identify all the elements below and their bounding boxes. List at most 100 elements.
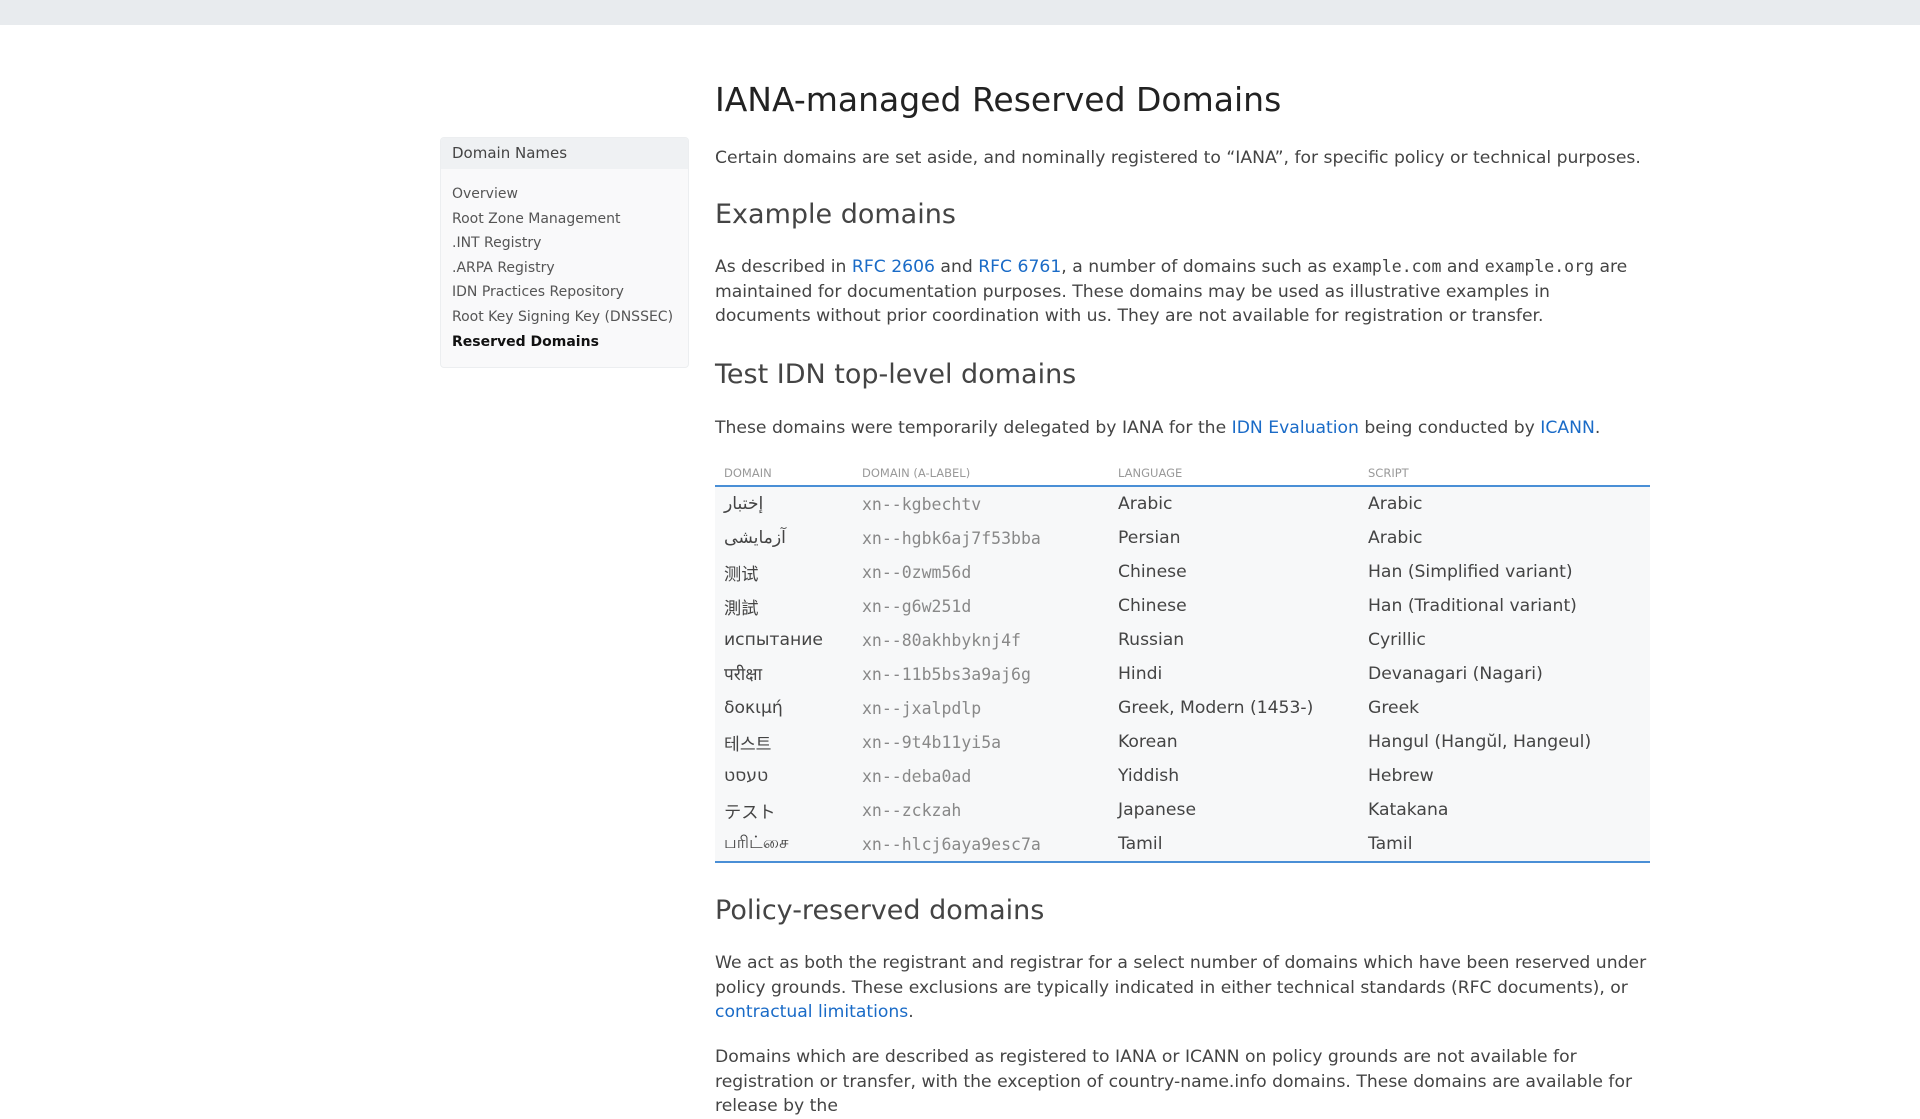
cell-language: Greek, Modern (1453-) xyxy=(1109,691,1359,725)
sidebar-link-root-ksk[interactable]: Root Key Signing Key (DNSSEC) xyxy=(452,309,673,325)
cell-alabel: xn--g6w251d xyxy=(853,589,1109,623)
text-segment: being conducted by xyxy=(1358,418,1541,438)
text-segment: We act as both the registrant and regist… xyxy=(715,953,1647,998)
cell-domain: آزمایشی xyxy=(715,521,853,555)
contractual-limitations-link[interactable]: contractual limitations xyxy=(715,1002,908,1022)
cell-language: Arabic xyxy=(1109,486,1359,521)
cell-domain: טעסט xyxy=(715,759,853,793)
sidebar-item-idn-practices[interactable]: IDN Practices Repository xyxy=(452,280,688,305)
sidebar-item-root-ksk[interactable]: Root Key Signing Key (DNSSEC) xyxy=(452,305,688,330)
sidebar-link-int-registry[interactable]: .INT Registry xyxy=(452,235,541,251)
cell-language: Hindi xyxy=(1109,657,1359,691)
policy-reserved-heading: Policy-reserved domains xyxy=(715,895,1045,926)
table-row: טעסט xn--deba0ad Yiddish Hebrew xyxy=(715,759,1650,793)
text-segment: As described in xyxy=(715,257,852,277)
rfc6761-link[interactable]: RFC 6761 xyxy=(978,257,1061,277)
cell-alabel: xn--hgbk6aj7f53bba xyxy=(853,521,1109,555)
text-segment: , a number of domains such as xyxy=(1061,257,1333,277)
example-domains-heading: Example domains xyxy=(715,199,956,230)
cell-script: Hebrew xyxy=(1359,759,1650,793)
table-row: испытание xn--80akhbyknj4f Russian Cyrillic xyxy=(715,623,1650,657)
policy-paragraph-1: We act as both the registrant and regist… xyxy=(715,951,1650,1025)
cell-language: Yiddish xyxy=(1109,759,1359,793)
sidebar-link-overview[interactable]: Overview xyxy=(452,186,518,202)
cell-domain: 测试 xyxy=(715,555,853,589)
sidebar-list: Overview Root Zone Management .INT Regis… xyxy=(441,169,688,354)
example-com-code: example.com xyxy=(1332,257,1442,276)
cell-script: Arabic xyxy=(1359,521,1650,555)
intro-paragraph: Certain domains are set aside, and nomin… xyxy=(715,148,1641,168)
cell-script: Devanagari (Nagari) xyxy=(1359,657,1650,691)
icann-link[interactable]: ICANN xyxy=(1540,418,1595,438)
cell-domain: परीक्षा xyxy=(715,657,853,691)
table-row: آزمایشی xn--hgbk6aj7f53bba Persian Arabic xyxy=(715,521,1650,555)
cell-language: Russian xyxy=(1109,623,1359,657)
table-row: テスト xn--zckzah Japanese Katakana xyxy=(715,793,1650,827)
sidebar-nav: Domain Names Overview Root Zone Manageme… xyxy=(440,137,689,368)
sidebar-item-arpa-registry[interactable]: .ARPA Registry xyxy=(452,256,688,281)
table-row: إختبار xn--kgbechtv Arabic Arabic xyxy=(715,486,1650,521)
cell-language: Chinese xyxy=(1109,555,1359,589)
sidebar-link-idn-practices[interactable]: IDN Practices Repository xyxy=(452,284,624,300)
sidebar-link-root-zone[interactable]: Root Zone Management xyxy=(452,211,621,227)
cell-script: Greek xyxy=(1359,691,1650,725)
col-header-script: SCRIPT xyxy=(1359,461,1650,487)
page-title: IANA-managed Reserved Domains xyxy=(715,80,1282,119)
text-segment: and xyxy=(934,257,979,277)
idn-evaluation-link[interactable]: IDN Evaluation xyxy=(1232,418,1359,438)
example-domains-paragraph: As described in RFC 2606 and RFC 6761, a… xyxy=(715,255,1650,329)
sidebar-heading: Domain Names xyxy=(441,138,688,169)
policy-paragraph-2: Domains which are described as registere… xyxy=(715,1047,1633,1117)
cell-alabel: xn--deba0ad xyxy=(853,759,1109,793)
table-row: 测试 xn--0zwm56d Chinese Han (Simplified vari… xyxy=(715,555,1650,589)
sidebar-link-arpa-registry[interactable]: .ARPA Registry xyxy=(452,260,555,276)
table-row: δοκιμή xn--jxalpdlp Greek, Modern (1453-) G… xyxy=(715,691,1650,725)
cell-alabel: xn--hlcj6aya9esc7a xyxy=(853,827,1109,862)
top-bar xyxy=(0,0,1920,25)
rfc2606-link[interactable]: RFC 2606 xyxy=(852,257,935,277)
cell-domain: إختبار xyxy=(715,486,853,521)
cell-script: Han (Traditional variant) xyxy=(1359,589,1650,623)
cell-domain: 테스트 xyxy=(715,725,853,759)
cell-language: Persian xyxy=(1109,521,1359,555)
cell-script: Hangul (Hangŭl, Hangeul) xyxy=(1359,725,1650,759)
cell-alabel: xn--jxalpdlp xyxy=(853,691,1109,725)
col-header-alabel: DOMAIN (A-LABEL) xyxy=(853,461,1109,487)
sidebar-item-int-registry[interactable]: .INT Registry xyxy=(452,231,688,256)
cell-script: Katakana xyxy=(1359,793,1650,827)
table-row: 테스트 xn--9t4b11yi5a Korean Hangul (Hangŭl, H… xyxy=(715,725,1650,759)
cell-script: Cyrillic xyxy=(1359,623,1650,657)
text-segment: These domains were temporarily delegated… xyxy=(715,418,1232,438)
cell-language: Chinese xyxy=(1109,589,1359,623)
cell-script: Tamil xyxy=(1359,827,1650,862)
cell-domain: δοκιμή xyxy=(715,691,853,725)
sidebar-item-reserved-domains[interactable]: Reserved Domains xyxy=(452,330,688,355)
cell-alabel: xn--80akhbyknj4f xyxy=(853,623,1109,657)
cell-alabel: xn--9t4b11yi5a xyxy=(853,725,1109,759)
cell-alabel: xn--0zwm56d xyxy=(853,555,1109,589)
cell-language: Korean xyxy=(1109,725,1359,759)
table-header-row: DOMAIN DOMAIN (A-LABEL) LANGUAGE SCRIPT xyxy=(715,461,1650,487)
sidebar-link-reserved-domains[interactable]: Reserved Domains xyxy=(452,334,599,350)
test-idn-heading: Test IDN top-level domains xyxy=(715,359,1077,390)
text-segment: . xyxy=(908,1002,914,1023)
cell-domain: испытание xyxy=(715,623,853,657)
text-segment: and xyxy=(1441,257,1485,277)
cell-script: Han (Simplified variant) xyxy=(1359,555,1650,589)
text-segment: . xyxy=(1594,418,1601,438)
cell-alabel: xn--11b5bs3a9aj6g xyxy=(853,657,1109,691)
col-header-language: LANGUAGE xyxy=(1109,461,1359,487)
cell-language: Tamil xyxy=(1109,827,1359,862)
cell-domain: テスト xyxy=(715,793,853,827)
table-row: 測試 xn--g6w251d Chinese Han (Traditional var… xyxy=(715,589,1650,623)
cell-language: Japanese xyxy=(1109,793,1359,827)
col-header-domain: DOMAIN xyxy=(715,461,853,487)
sidebar-item-root-zone[interactable]: Root Zone Management xyxy=(452,207,688,232)
sidebar-item-overview[interactable]: Overview xyxy=(452,182,688,207)
cell-script: Arabic xyxy=(1359,486,1650,521)
example-org-code: example.org xyxy=(1484,257,1594,276)
table-row: பரிட்சை xn--hlcj6aya9esc7a Tamil Tamil xyxy=(715,827,1650,862)
test-idn-paragraph: These domains were temporarily delegated… xyxy=(715,416,1650,441)
cell-domain: 測試 xyxy=(715,589,853,623)
cell-domain: பரிட்சை xyxy=(715,827,853,862)
